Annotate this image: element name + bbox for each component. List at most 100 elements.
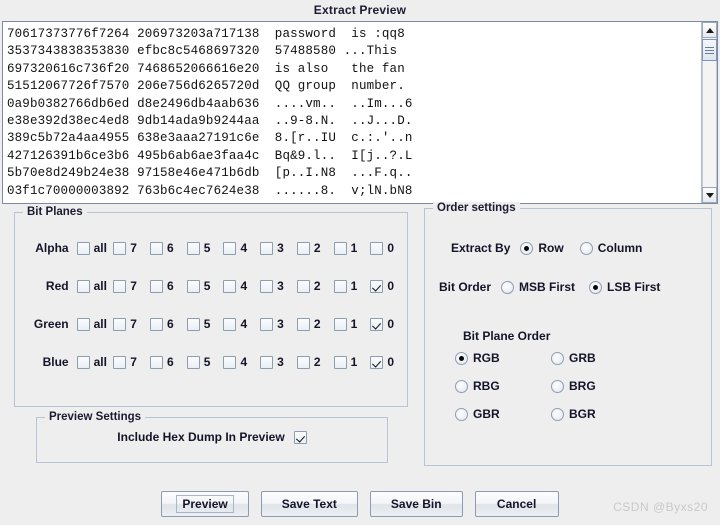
bit-plane-cell: 7 (113, 241, 150, 255)
bit-plane-cell: 3 (260, 279, 297, 293)
checkbox-green-3[interactable] (260, 317, 274, 331)
include-hex-dump-row[interactable]: Include Hex Dump In Preview (37, 430, 387, 444)
checkbox-green-7[interactable] (113, 317, 127, 331)
checkbox-alpha-5[interactable] (186, 241, 200, 255)
radio-grb[interactable] (551, 351, 564, 365)
bit-plane-cell: 1 (333, 241, 371, 255)
checkbox-label: 2 (313, 317, 321, 331)
bit-plane-cell: all (76, 279, 114, 293)
bit-plane-cell: 1 (333, 355, 371, 369)
radio-bgr[interactable] (551, 407, 564, 421)
checkbox-alpha-4[interactable] (223, 241, 237, 255)
hex-dump-line: 03f1c70000003892 763b6c4ec7624e38 ......… (7, 183, 413, 198)
checkbox-green-5[interactable] (186, 317, 200, 331)
bit-plane-cell: 2 (296, 241, 334, 255)
checkbox-blue-3[interactable] (260, 355, 274, 369)
include-hex-dump-checkbox[interactable] (293, 430, 307, 444)
bit-plane-order-option-grb[interactable]: GRB (551, 351, 647, 365)
preview-vertical-scrollbar[interactable] (701, 22, 717, 203)
checkbox-blue-2[interactable] (296, 355, 310, 369)
checkbox-green-2[interactable] (296, 317, 310, 331)
preview-button[interactable]: Preview (161, 491, 249, 517)
checkbox-red-all[interactable] (76, 279, 90, 293)
radio-row[interactable] (520, 241, 534, 255)
checkbox-red-1[interactable] (333, 279, 347, 293)
extract-preview-panel: 70617373776f7264 206973203a717138 passwo… (2, 21, 718, 204)
checkbox-green-4[interactable] (223, 317, 237, 331)
checkbox-alpha-all[interactable] (76, 241, 90, 255)
scroll-up-button[interactable] (702, 22, 717, 38)
checkbox-red-6[interactable] (150, 279, 164, 293)
checkbox-red-0[interactable] (370, 279, 384, 293)
checkbox-alpha-2[interactable] (296, 241, 310, 255)
checkbox-label: 6 (167, 355, 174, 369)
checkbox-red-2[interactable] (296, 279, 310, 293)
bit-plane-order-option-rgb[interactable]: RGB (455, 351, 551, 365)
save-text-button[interactable]: Save Text (260, 491, 358, 517)
checkbox-red-3[interactable] (260, 279, 274, 293)
scroll-down-button[interactable] (702, 187, 717, 203)
checkbox-red-7[interactable] (113, 279, 127, 293)
checkbox-blue-all[interactable] (76, 355, 90, 369)
save-bin-button[interactable]: Save Bin (369, 491, 463, 517)
checkbox-green-1[interactable] (333, 317, 347, 331)
checkbox-green-6[interactable] (150, 317, 164, 331)
bit-plane-cell: 6 (150, 355, 187, 369)
arrow-up-icon (705, 27, 714, 33)
bit-plane-order-option-rbg[interactable]: RBG (455, 379, 551, 393)
checkbox-blue-1[interactable] (333, 355, 347, 369)
checkbox-alpha-0[interactable] (370, 241, 384, 255)
checkbox-alpha-6[interactable] (150, 241, 164, 255)
checkbox-blue-7[interactable] (113, 355, 127, 369)
checkbox-blue-5[interactable] (186, 355, 200, 369)
dialog-title: Extract Preview (0, 0, 720, 20)
checkbox-blue-0[interactable] (370, 355, 384, 369)
bit-order-option-msb-first[interactable]: MSB First (501, 280, 575, 294)
checkbox-green-0[interactable] (370, 317, 384, 331)
checkbox-green-all[interactable] (76, 317, 90, 331)
checkbox-blue-4[interactable] (223, 355, 237, 369)
bit-plane-row-blue: Blue all 7 6 5 4 3 2 1 0 (15, 351, 407, 373)
checkbox-alpha-3[interactable] (260, 241, 274, 255)
radio-brg[interactable] (551, 379, 564, 393)
checkbox-label: 4 (240, 355, 248, 369)
button-label: Save Bin (390, 497, 442, 511)
radio-column[interactable] (579, 241, 593, 255)
bit-plane-order-option-brg[interactable]: BRG (551, 379, 647, 393)
radio-msb-first[interactable] (501, 280, 515, 294)
hex-dump-line: 3537343838353830 efbc8c5468697320 574885… (7, 44, 398, 59)
radio-lsb-first[interactable] (589, 280, 603, 294)
extract-by-option-row[interactable]: Row (520, 241, 564, 255)
checkbox-label: 1 (350, 317, 358, 331)
checkbox-alpha-1[interactable] (333, 241, 347, 255)
radio-rbg[interactable] (455, 379, 468, 393)
checkbox-label: 4 (240, 241, 248, 255)
bit-plane-order-option-gbr[interactable]: GBR (455, 407, 551, 421)
bit-plane-order-option-bgr[interactable]: BGR (551, 407, 647, 421)
extract-by-options: Row Column (520, 241, 642, 255)
bit-plane-channel-label: Blue (42, 355, 69, 369)
checkbox-alpha-7[interactable] (113, 241, 127, 255)
bit-plane-cell: all (76, 241, 114, 255)
checkbox-label: 6 (167, 317, 174, 331)
bit-plane-cell: 3 (260, 355, 297, 369)
hex-dump-textarea[interactable]: 70617373776f7264 206973203a717138 passwo… (3, 22, 701, 203)
bit-plane-row-alpha: Alpha all 7 6 5 4 3 2 1 0 (15, 237, 407, 259)
scrollbar-thumb[interactable] (702, 39, 717, 61)
radio-label: RBG (473, 379, 500, 393)
checkbox-label: 0 (387, 279, 395, 293)
checkbox-red-5[interactable] (186, 279, 200, 293)
checkbox-red-4[interactable] (223, 279, 237, 293)
bit-plane-cell: 6 (150, 279, 187, 293)
extract-by-option-column[interactable]: Column (579, 241, 642, 255)
bit-plane-cell: 4 (223, 241, 260, 255)
bit-order-option-lsb-first[interactable]: LSB First (589, 280, 660, 294)
radio-rgb[interactable] (455, 351, 468, 365)
bit-plane-cell: 2 (296, 279, 334, 293)
include-hex-dump-label: Include Hex Dump In Preview (117, 430, 285, 444)
bit-planes-panel-title: Bit Planes (23, 206, 87, 218)
cancel-button[interactable]: Cancel (474, 491, 559, 517)
hex-dump-line: 51512067726f7570 206e756d6265720d QQ gro… (7, 79, 405, 94)
radio-gbr[interactable] (455, 407, 468, 421)
checkbox-blue-6[interactable] (150, 355, 164, 369)
